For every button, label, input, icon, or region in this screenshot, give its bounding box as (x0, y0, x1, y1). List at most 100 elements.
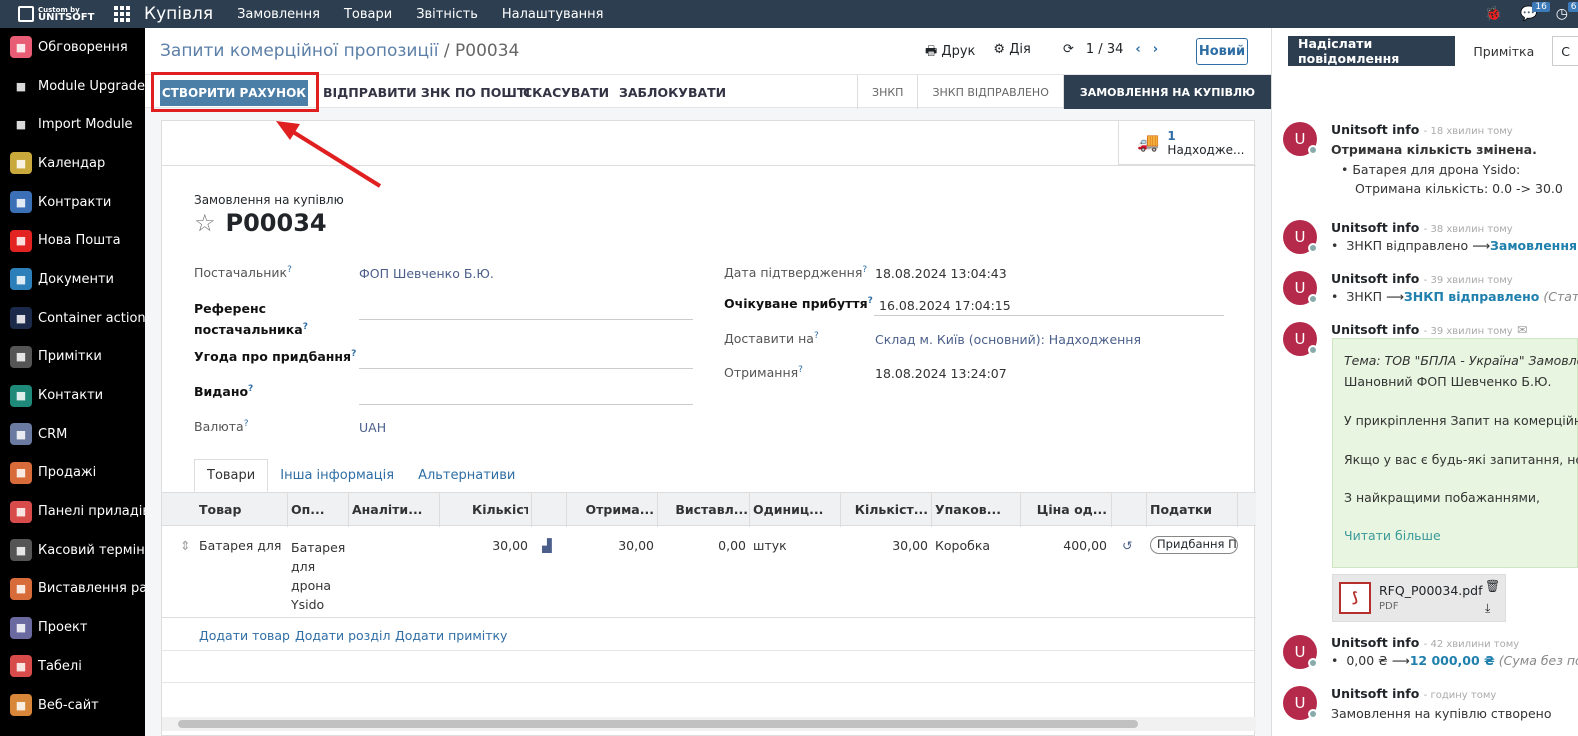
new-button[interactable]: Новий (1196, 38, 1248, 65)
sidebar-item[interactable]: ■ Проект (0, 608, 145, 647)
tab-products[interactable]: Товари (194, 459, 269, 492)
message-author[interactable]: Unitsoft info - 38 хвилин тому (1331, 220, 1513, 235)
history-icon[interactable]: ↺ (1122, 538, 1132, 553)
pager-next-icon[interactable]: › (1153, 42, 1158, 57)
line-tax-tag[interactable]: Придбання ПДВ (1150, 536, 1238, 554)
add-product-link[interactable]: Додати товар (199, 628, 290, 643)
vendor-field[interactable]: ФОП Шевченко Б.Ю. (359, 266, 494, 281)
app-title[interactable]: Купівля (144, 4, 213, 24)
activity-clock-icon[interactable]: ◷ 6 (1556, 2, 1578, 22)
send-message-button[interactable]: Надіслати повідомлення (1288, 36, 1456, 66)
horizontal-scrollbar[interactable] (162, 717, 1256, 731)
attachment-card[interactable]: ⟆ RFQ_P00034.pdf PDF 🗑 ⤓ (1332, 574, 1506, 622)
sidebar-item[interactable]: ■ Календар (0, 144, 145, 183)
col-quantity[interactable]: Кількість (472, 502, 528, 517)
activity-button[interactable]: С (1552, 36, 1578, 66)
lock-button[interactable]: ЗАБЛОКУВАТИ (619, 85, 726, 100)
sidebar-item[interactable]: ■ Container actions (0, 299, 145, 338)
message-author[interactable]: Unitsoft info - 42 хвилини тому (1331, 635, 1519, 650)
line-received[interactable]: 30,00 (582, 538, 654, 553)
download-icon[interactable]: ⤓ (1485, 601, 1490, 616)
line-packaging-qty[interactable]: 30,00 (852, 538, 928, 553)
avatar[interactable]: U (1283, 686, 1318, 720)
menu-settings[interactable]: Налаштування (502, 7, 604, 22)
pager-prev-icon[interactable]: ‹ (1135, 42, 1140, 57)
add-section-link[interactable]: Додати розділ (295, 628, 390, 643)
col-taxes[interactable]: Податки (1150, 502, 1230, 517)
stage-rfq-sent[interactable]: ЗНКП ВІДПРАВЛЕНО (917, 75, 1062, 109)
sidebar-item[interactable]: ■ Виставлення ра... (0, 570, 145, 609)
confirmation-date-field[interactable]: 18.08.2024 13:04:43 (875, 266, 1007, 281)
deliver-to-field[interactable]: Склад м. Київ (основний): Надходження (875, 332, 1141, 347)
col-description[interactable]: Оп... (291, 502, 345, 517)
message-author[interactable]: Unitsoft info - 39 хвилин тому ✉ (1331, 322, 1528, 337)
message-author[interactable]: Unitsoft info - 39 хвилин тому (1331, 271, 1513, 286)
drag-handle-icon[interactable]: ⇕ (180, 538, 190, 553)
currency-field[interactable]: UAH (359, 420, 386, 435)
purchase-agreement-input[interactable] (359, 368, 693, 369)
brand-logo[interactable]: Custom by UNITSOFT (0, 6, 108, 23)
menu-orders[interactable]: Замовлення (237, 7, 320, 22)
stage-purchase-order[interactable]: ЗАМОВЛЕННЯ НА КУПІВЛЮ (1062, 75, 1271, 109)
line-packaging[interactable]: Коробка (935, 538, 990, 553)
issued-input[interactable] (359, 404, 693, 405)
favorite-star-icon[interactable]: ☆ (194, 209, 216, 237)
sidebar-item[interactable]: ■ Веб-сайт (0, 686, 145, 725)
delete-trash-icon[interactable]: 🗑 (1485, 579, 1500, 593)
vendor-reference-input[interactable] (359, 319, 693, 320)
sidebar-item[interactable]: ■ Нова Пошта (0, 221, 145, 260)
menu-reporting[interactable]: Звітність (416, 7, 478, 22)
line-product[interactable]: Батарея для ... (199, 538, 284, 553)
send-rfq-email-button[interactable]: ВІДПРАВИТИ ЗНК ПО ПОШТІ (323, 85, 530, 100)
debug-bug-icon[interactable]: 🐞 (1485, 6, 1502, 22)
sidebar-item[interactable]: ■ Import Module (0, 105, 145, 144)
sidebar-item[interactable]: ■ Обговорення (0, 28, 145, 67)
message-author[interactable]: Unitsoft info - 18 хвилин тому (1331, 122, 1513, 137)
action-button[interactable]: ⚙ Дія (993, 42, 1030, 64)
message-author[interactable]: Unitsoft info - годину тому (1331, 686, 1496, 701)
col-product[interactable]: Товар (199, 502, 284, 517)
refresh-icon[interactable]: ⟳ (1063, 42, 1074, 57)
tab-alternatives[interactable]: Альтернативи (406, 459, 527, 492)
apps-menu-icon[interactable] (114, 6, 130, 22)
stage-rfq[interactable]: ЗНКП (857, 75, 917, 109)
col-unit-price[interactable]: Ціна од... (1032, 502, 1107, 517)
read-more-link[interactable]: Читати більше (1344, 528, 1441, 543)
sidebar-item[interactable]: ■ Контракти (0, 183, 145, 222)
sidebar-item[interactable]: ■ Module Upgrade (0, 67, 145, 106)
col-packaging-qty[interactable]: Кількіст... (852, 502, 928, 517)
sidebar-item[interactable]: ■ CRM (0, 415, 145, 454)
line-quantity[interactable]: 30,00 (472, 538, 528, 553)
tab-other-info[interactable]: Інша інформація (268, 459, 406, 492)
log-note-button[interactable]: Примітка (1461, 36, 1546, 66)
sidebar-item[interactable]: ■ Табелі (0, 647, 145, 686)
col-uom[interactable]: Одиниц... (753, 502, 837, 517)
pager-value[interactable]: 1 / 34 (1086, 42, 1123, 57)
sidebar-item[interactable]: ■ Контакти (0, 376, 145, 415)
line-uom[interactable]: штук (753, 538, 787, 553)
avatar[interactable]: U (1283, 122, 1318, 156)
avatar[interactable]: U (1283, 322, 1318, 356)
col-invoiced[interactable]: Виставл... (672, 502, 748, 517)
attachment-name[interactable]: RFQ_P00034.pdf (1379, 583, 1483, 598)
chat-icon[interactable]: 💬 16 (1520, 2, 1550, 22)
add-note-link[interactable]: Додати примітку (395, 628, 507, 643)
scrollbar-thumb[interactable] (178, 720, 1138, 728)
menu-products[interactable]: Товари (344, 7, 392, 22)
expected-arrival-field[interactable]: 16.08.2024 17:04:15 (879, 298, 1011, 313)
line-unit-price[interactable]: 400,00 (1032, 538, 1107, 553)
sidebar-item[interactable]: ■ Касовий термін... (0, 531, 145, 570)
sidebar-item[interactable]: ■ Документи (0, 260, 145, 299)
col-analytic[interactable]: Аналіти... (352, 502, 436, 517)
breadcrumb-parent-link[interactable]: Запити комерційної пропозиції (160, 41, 439, 61)
receipts-smart-button[interactable]: 🚚 1 Надходже... (1118, 121, 1254, 165)
col-received[interactable]: Отрима... (582, 502, 654, 517)
forecast-chart-icon[interactable]: ▟ (542, 538, 552, 553)
sidebar-item[interactable]: ■ Продажі (0, 454, 145, 493)
sidebar-item[interactable]: ■ Панелі приладів (0, 492, 145, 531)
sidebar-item[interactable]: ■ Примітки (0, 338, 145, 377)
col-packaging[interactable]: Упаков... (935, 502, 1017, 517)
avatar[interactable]: U (1283, 635, 1318, 669)
line-description[interactable]: Батарея для дрона Ysido (291, 538, 345, 614)
cancel-button[interactable]: СКАСУВАТИ (523, 85, 609, 100)
